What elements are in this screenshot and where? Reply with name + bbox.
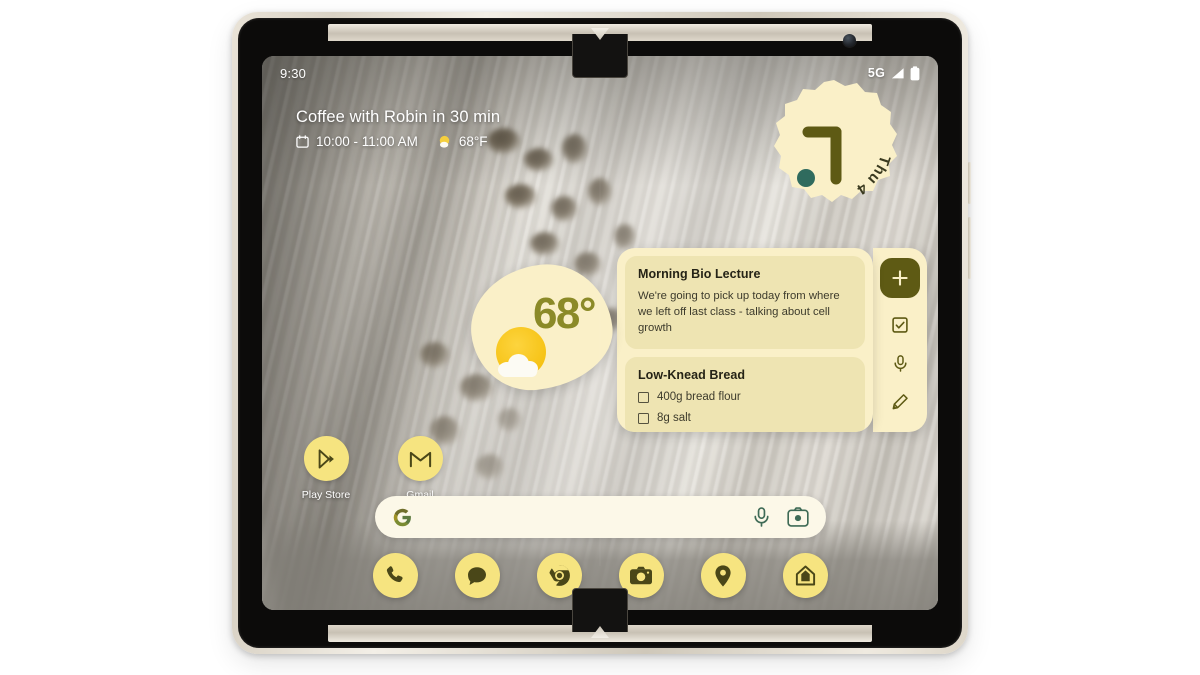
screenshot-stage: 9:30 5G Coffee with Robin in 30 min 10:0… <box>0 0 1200 675</box>
google-search-bar[interactable] <box>375 496 826 538</box>
glance-details: 10:00 - 11:00 AM 68°F <box>296 134 500 149</box>
new-note-button[interactable] <box>880 258 920 298</box>
gmail-icon <box>409 451 431 468</box>
dock-item-maps[interactable] <box>700 553 746 598</box>
device-screen: 9:30 5G Coffee with Robin in 30 min 10:0… <box>262 56 938 610</box>
app-tile[interactable] <box>303 436 349 481</box>
clock-face-svg: Thu 4 <box>774 80 897 202</box>
glance-event-title: Coffee with Robin in 30 min <box>296 108 501 126</box>
app-label: Play Store <box>301 489 351 501</box>
new-list-button[interactable] <box>887 312 913 338</box>
microphone-icon[interactable] <box>753 507 770 527</box>
google-lens-icon[interactable] <box>787 507 809 527</box>
google-keep-widget[interactable]: Morning Bio Lecture We're going to pick … <box>617 248 873 432</box>
foldable-phone-device: 9:30 5G Coffee with Robin in 30 min 10:0… <box>232 12 971 654</box>
microphone-icon <box>893 354 907 372</box>
app-play-store[interactable]: Play Store <box>298 436 354 501</box>
google-g-icon <box>393 508 411 526</box>
home-app-row: Play Store Gmail <box>298 436 448 501</box>
checklist-item-label: 400g bread flour <box>657 391 741 404</box>
app-gmail[interactable]: Gmail <box>392 436 448 501</box>
hinge-notch-top <box>572 34 628 78</box>
pen-icon <box>892 393 908 409</box>
dock-item-messages[interactable] <box>454 553 500 598</box>
glance-time-range: 10:00 - 11:00 AM <box>316 134 418 149</box>
glance-temperature: 68°F <box>458 134 488 149</box>
weather-content: 68° <box>471 265 612 389</box>
clock-accent-dot <box>797 169 815 187</box>
note-card[interactable]: Low-Knead Bread 400g bread flour 8g salt <box>625 357 865 432</box>
phone-icon <box>386 566 403 583</box>
play-store-icon <box>318 448 334 469</box>
cloud-icon <box>498 353 540 377</box>
at-a-glance-widget[interactable]: Coffee with Robin in 30 min 10:00 - 11:0… <box>296 108 500 149</box>
maps-pin-icon <box>715 564 731 587</box>
checklist-item-label: 8g salt <box>657 412 691 425</box>
weather-temperature: 68° <box>532 289 595 338</box>
checklist-item[interactable]: 400g bread flour <box>638 391 852 403</box>
camera-icon <box>630 566 652 584</box>
clock-widget[interactable]: Thu 4 <box>764 74 904 214</box>
note-card[interactable]: Morning Bio Lecture We're going to pick … <box>625 256 865 350</box>
voice-note-button[interactable] <box>887 350 913 376</box>
checkbox-icon[interactable] <box>638 412 649 424</box>
dock-item-home[interactable] <box>782 553 828 598</box>
google-home-icon <box>795 565 815 586</box>
note-title: Morning Bio Lecture <box>638 267 761 281</box>
dock-item-phone[interactable] <box>372 553 418 598</box>
keep-action-strip <box>873 248 927 432</box>
search-actions <box>753 507 809 527</box>
status-clock: 9:30 <box>280 65 307 81</box>
note-title: Low-Knead Bread <box>638 368 746 383</box>
front-camera-icon <box>843 34 856 47</box>
power-button[interactable] <box>968 162 971 204</box>
plus-icon <box>892 270 908 286</box>
drawing-note-button[interactable] <box>887 388 913 414</box>
app-tile[interactable] <box>397 436 443 481</box>
volume-button[interactable] <box>968 217 971 279</box>
checklist-item[interactable]: 8g salt <box>638 412 852 424</box>
hinge-notch-bottom <box>572 588 628 632</box>
messages-icon <box>468 566 486 585</box>
chrome-icon <box>547 564 570 587</box>
battery-icon <box>910 65 920 80</box>
checkbox-icon[interactable] <box>638 391 649 403</box>
calendar-icon <box>296 135 309 148</box>
note-body: We're going to pick up today from where … <box>638 290 840 335</box>
sun-cloud-icon <box>439 135 450 148</box>
checkbox-icon <box>892 317 908 333</box>
weather-widget[interactable]: 68° <box>464 257 619 397</box>
